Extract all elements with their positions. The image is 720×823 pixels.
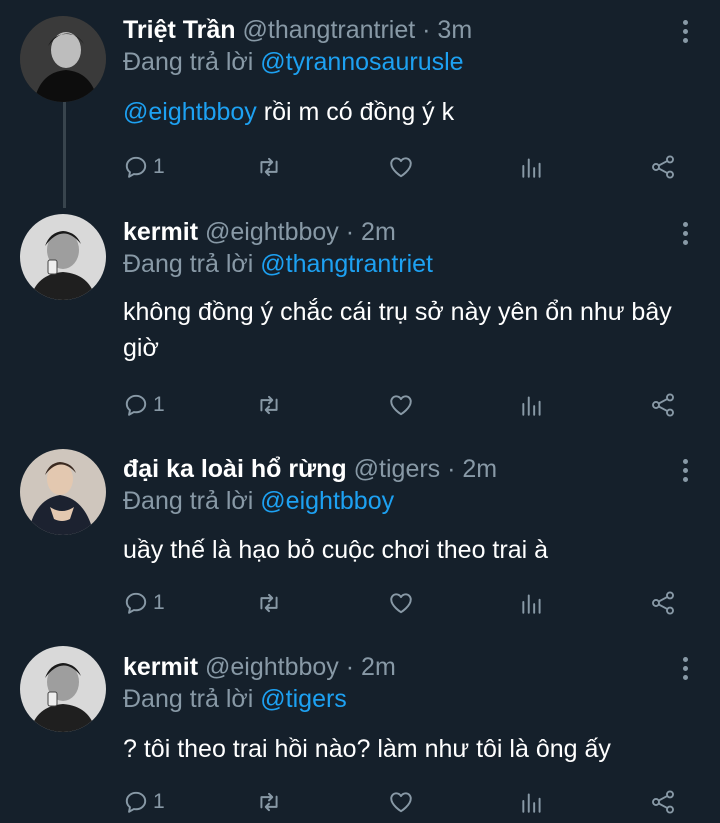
share-icon xyxy=(652,591,674,615)
avatar[interactable] xyxy=(20,214,106,300)
display-name[interactable]: kermit xyxy=(123,218,198,246)
share-button[interactable] xyxy=(649,588,677,618)
analytics-button[interactable] xyxy=(519,152,545,182)
heart-icon xyxy=(390,593,412,614)
retweet-button[interactable] xyxy=(255,787,283,817)
tweet-header: kermit @eightbboy · 2m xyxy=(123,651,660,683)
reply-count: 1 xyxy=(153,591,165,614)
replying-to-mention[interactable]: @thangtrantriet xyxy=(260,250,433,278)
reply-button[interactable]: 1 xyxy=(123,390,165,420)
like-button[interactable] xyxy=(387,588,415,618)
retweet-icon xyxy=(260,157,278,177)
more-vertical-icon[interactable] xyxy=(680,459,690,485)
reply-button[interactable]: 1 xyxy=(123,152,165,182)
user-handle[interactable]: @eightbboy xyxy=(205,653,339,681)
retweet-button[interactable] xyxy=(255,152,283,182)
replying-to-mention[interactable]: @tyrannosaurusle xyxy=(260,48,463,76)
more-vertical-icon[interactable] xyxy=(680,657,690,683)
share-button[interactable] xyxy=(649,390,677,420)
avatar-image xyxy=(20,646,106,732)
reply-button[interactable]: 1 xyxy=(123,588,165,618)
more-vertical-icon[interactable] xyxy=(680,222,690,248)
analytics-icon xyxy=(522,594,541,614)
avatar-image xyxy=(20,214,106,300)
replying-to: Đang trả lời @tigers xyxy=(123,683,347,715)
replying-to: Đang trả lời @tyrannosaurusle xyxy=(123,46,464,78)
tweet-text-content: uầy thế là hạo bỏ cuộc chơi theo trai à xyxy=(123,536,548,564)
share-button[interactable] xyxy=(649,787,677,817)
replying-to: Đang trả lời @thangtrantriet xyxy=(123,248,433,280)
replying-to: Đang trả lời @eightbboy xyxy=(123,485,394,517)
action-bar: 1 xyxy=(123,787,683,817)
like-button[interactable] xyxy=(387,390,415,420)
replying-to-mention[interactable]: @tigers xyxy=(260,685,347,713)
tweet-text: uầy thế là hạo bỏ cuộc chơi theo trai à xyxy=(123,532,700,568)
replying-to-label: Đang trả lời xyxy=(123,250,254,278)
action-bar: 1 xyxy=(123,588,683,618)
tweet-header: Triệt Trần @thangtrantriet · 3m xyxy=(123,14,660,46)
heart-icon xyxy=(390,157,412,178)
user-handle[interactable]: @tigers xyxy=(354,455,441,483)
reply-bubble-icon xyxy=(125,394,147,416)
like-button[interactable] xyxy=(387,787,415,817)
analytics-icon xyxy=(522,793,541,813)
display-name[interactable]: kermit xyxy=(123,653,198,681)
replying-to-label: Đang trả lời xyxy=(123,487,254,515)
avatar[interactable] xyxy=(20,16,106,102)
tweet-header: đại ka loài hổ rừng @tigers · 2m xyxy=(123,453,660,485)
tweet-text: @eightbboy rồi m có đồng ý k xyxy=(123,94,700,130)
share-button[interactable] xyxy=(649,152,677,182)
heart-icon xyxy=(390,792,412,813)
tweet-text: không đồng ý chắc cái trụ sở này yên ổn … xyxy=(123,294,700,366)
retweet-icon xyxy=(260,593,278,613)
replying-to-mention[interactable]: @eightbboy xyxy=(260,487,394,515)
analytics-button[interactable] xyxy=(519,390,545,420)
share-icon xyxy=(652,393,674,417)
retweet-button[interactable] xyxy=(255,588,283,618)
tweet-text-content: ? tôi theo trai hồi nào? làm như tôi là … xyxy=(123,735,611,763)
reply-bubble-icon xyxy=(125,791,147,813)
user-handle[interactable]: @thangtrantriet xyxy=(243,16,416,44)
replying-to-label: Đang trả lời xyxy=(123,685,254,713)
avatar[interactable] xyxy=(20,449,106,535)
timestamp[interactable]: · 2m xyxy=(447,455,497,483)
display-name[interactable]: đại ka loài hổ rừng xyxy=(123,455,347,483)
retweet-icon xyxy=(260,792,278,812)
reply-bubble-icon xyxy=(125,156,147,178)
timestamp[interactable]: · 2m xyxy=(346,218,396,246)
text-mention[interactable]: @eightbboy xyxy=(123,98,257,126)
tweet-text-content: không đồng ý chắc cái trụ sở này yên ổn … xyxy=(123,298,672,362)
avatar-image xyxy=(20,449,106,535)
analytics-icon xyxy=(522,396,541,416)
thread-connector-line xyxy=(63,98,66,208)
user-handle[interactable]: @eightbboy xyxy=(205,218,339,246)
heart-icon xyxy=(390,395,412,416)
analytics-icon xyxy=(522,158,541,178)
avatar[interactable] xyxy=(20,646,106,732)
reply-count: 1 xyxy=(153,790,165,813)
retweet-button[interactable] xyxy=(255,390,283,420)
reply-count: 1 xyxy=(153,393,165,416)
analytics-button[interactable] xyxy=(519,588,545,618)
reply-button[interactable]: 1 xyxy=(123,787,165,817)
timestamp[interactable]: · 2m xyxy=(346,653,396,681)
reply-count: 1 xyxy=(153,155,165,178)
share-icon xyxy=(652,155,674,179)
display-name[interactable]: Triệt Trần xyxy=(123,16,236,44)
reply-bubble-icon xyxy=(125,592,147,614)
share-icon xyxy=(652,790,674,814)
like-button[interactable] xyxy=(387,152,415,182)
action-bar: 1 xyxy=(123,390,683,420)
tweet-text-content: rồi m có đồng ý k xyxy=(256,98,455,126)
timestamp[interactable]: · 3m xyxy=(422,16,472,44)
more-vertical-icon[interactable] xyxy=(680,20,690,46)
retweet-icon xyxy=(260,395,278,415)
analytics-button[interactable] xyxy=(519,787,545,817)
replying-to-label: Đang trả lời xyxy=(123,48,254,76)
tweet-header: kermit @eightbboy · 2m xyxy=(123,216,660,248)
tweet-text: ? tôi theo trai hồi nào? làm như tôi là … xyxy=(123,731,700,767)
action-bar: 1 xyxy=(123,152,683,182)
avatar-image xyxy=(20,16,106,102)
